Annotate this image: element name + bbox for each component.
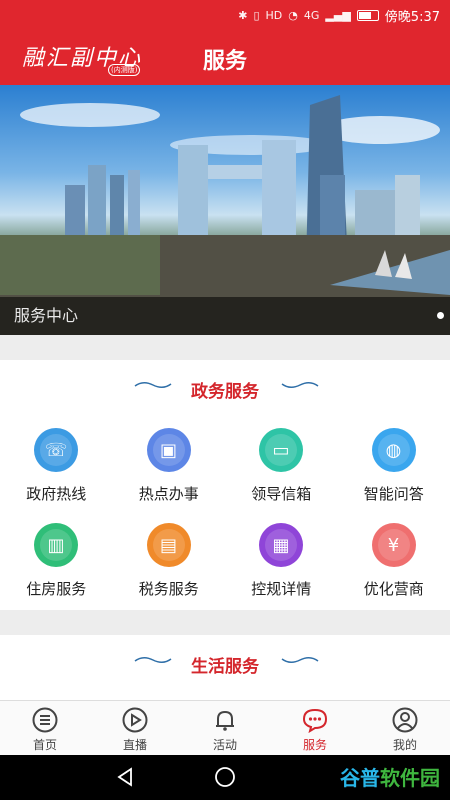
banner-caption: 服务中心 [14, 306, 79, 325]
wave-right-icon [281, 382, 319, 388]
tab-label: 直播 [122, 738, 147, 752]
chat-icon [302, 708, 328, 733]
page-title: 服务 [202, 49, 247, 74]
service-item-hot-affairs[interactable]: ▣ 热点办事 [113, 428, 226, 523]
hd-icon: HD [265, 8, 283, 22]
service-label: 智能问答 [363, 485, 424, 503]
bottom-tab-bar: 首页 直播 活动 服务 我的 [0, 700, 450, 755]
vibrate-icon: ▯ [253, 8, 260, 22]
tab-profile[interactable]: 我的 [360, 701, 450, 755]
building-icon: ▥ [34, 523, 78, 567]
watermark-part1: 谷普 [340, 766, 380, 790]
service-label: 政府热线 [26, 485, 87, 503]
life-services-section: 生活服务 [0, 635, 450, 705]
carousel-indicator[interactable] [437, 312, 444, 319]
status-bar: ✱ ▯ HD ◔ 4G ▂▄▆ 傍晚5:37 [0, 0, 450, 30]
service-label: 税务服务 [138, 580, 199, 598]
system-nav-bar: 谷普软件园 [0, 755, 450, 800]
ticket-icon: ▤ [146, 523, 191, 567]
service-label: 住房服务 [26, 580, 87, 598]
service-item-tax[interactable]: ▤ 税务服务 [113, 523, 226, 618]
watermark-logo: 谷普软件园 [340, 762, 440, 791]
wave-right-icon [281, 657, 319, 663]
tab-label: 服务 [302, 738, 327, 752]
service-item-business[interactable]: ¥ 优化营商 [338, 523, 450, 618]
tab-events[interactable]: 活动 [180, 701, 270, 755]
gov-services-grid: ☏ 政府热线 ▣ 热点办事 ▭ 领导信箱 ◍ 智能问答 ▥ 住房服务 ▤ 税务服… [0, 428, 450, 618]
phone-icon: ☏ [34, 428, 78, 472]
4g-icon: 4G [303, 8, 320, 22]
shop-icon: ▣ [146, 428, 191, 472]
service-label: 热点办事 [138, 485, 199, 503]
battery-icon [356, 9, 379, 21]
money-icon: ¥ [371, 523, 416, 567]
gov-section-title: 政务服务 [191, 382, 259, 402]
menu-icon [32, 707, 58, 733]
tab-live[interactable]: 直播 [90, 701, 180, 755]
tab-label: 活动 [212, 738, 237, 752]
tab-label: 我的 [392, 738, 417, 752]
app-header: 融汇副中心 (内测版) 服务 [0, 30, 450, 85]
service-item-leader-mailbox[interactable]: ▭ 领导信箱 [225, 428, 338, 523]
status-time: 傍晚5:37 [384, 9, 440, 25]
service-item-planning[interactable]: ▦ 控规详情 [225, 523, 338, 618]
service-label: 优化营商 [363, 580, 424, 598]
play-icon [122, 707, 148, 733]
wifi-icon: ◔ [288, 8, 298, 22]
bag-icon: ◍ [371, 428, 416, 472]
tab-home[interactable]: 首页 [0, 701, 90, 755]
home-icon[interactable] [214, 766, 236, 788]
signal-icon: ▂▄▆ [325, 8, 351, 22]
tab-services[interactable]: 服务 [270, 701, 360, 755]
service-label: 控规详情 [251, 580, 312, 598]
tab-label: 首页 [32, 738, 57, 752]
life-section-title: 生活服务 [191, 657, 259, 677]
service-label: 领导信箱 [251, 485, 312, 503]
service-item-housing[interactable]: ▥ 住房服务 [0, 523, 113, 618]
watermark-part2: 软件园 [380, 766, 440, 790]
user-icon [392, 707, 418, 733]
banner-carousel[interactable]: 服务中心 [0, 85, 450, 335]
bell-icon [216, 710, 234, 731]
document-icon: ▦ [259, 523, 303, 567]
gov-services-section: 政务服务 ☏ 政府热线 ▣ 热点办事 ▭ 领导信箱 ◍ 智能问答 ▥ 住房服务 … [0, 360, 450, 610]
bluetooth-icon: ✱ [238, 8, 248, 22]
service-item-smart-qa[interactable]: ◍ 智能问答 [338, 428, 450, 523]
wallet-icon: ▭ [259, 428, 303, 472]
back-icon[interactable] [115, 767, 135, 787]
service-item-hotline[interactable]: ☏ 政府热线 [0, 428, 113, 523]
